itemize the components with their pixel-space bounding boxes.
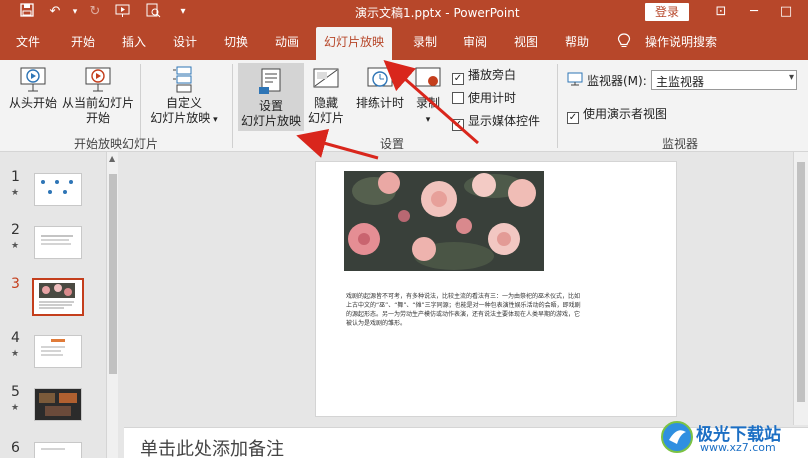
annotation-arrow-setup bbox=[296, 128, 379, 160]
watermark-logo-icon bbox=[661, 421, 693, 453]
annotation-arrows bbox=[296, 60, 479, 160]
annotation-arrow-tab bbox=[383, 60, 479, 145]
watermark-url: www.xz7.com bbox=[700, 441, 776, 454]
watermark: 极光下载站 www.xz7.com bbox=[660, 418, 806, 458]
